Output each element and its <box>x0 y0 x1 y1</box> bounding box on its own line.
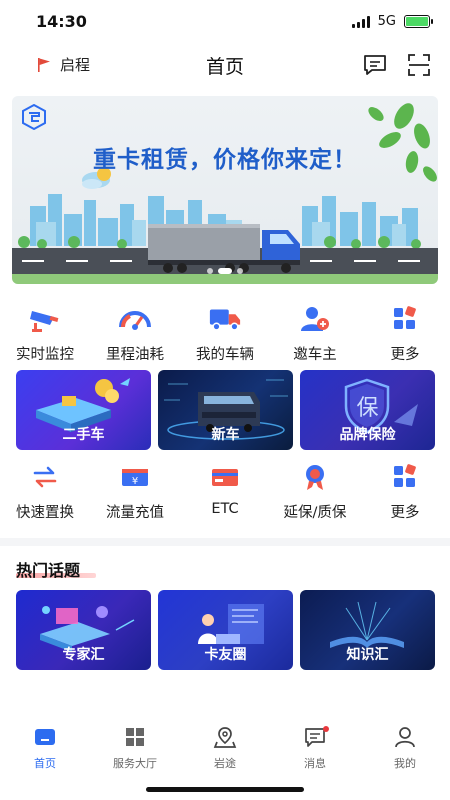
banner-headline: 重卡租赁，价格你来定！ <box>93 146 357 173</box>
service-grid-icon <box>122 724 148 750</box>
status-indicators: 5G <box>351 14 433 29</box>
tab-label: 首页 <box>34 757 56 770</box>
insurance-badge-text: 保 <box>356 396 379 421</box>
promo-banner[interactable]: 重卡租赁，价格你来定！ <box>12 96 438 284</box>
tab-route[interactable]: 岩途 <box>180 718 270 778</box>
feature-card-label: 二手车 <box>62 427 105 443</box>
home-indicator <box>146 787 304 792</box>
topic-card-label: 知识汇 <box>346 647 389 663</box>
truck-icon <box>208 304 242 334</box>
service-menu: 快速置换 ¥ 流量充值 ETC 延保/质保 更多 <box>0 462 450 522</box>
feature-card-label: 品牌保险 <box>339 427 396 443</box>
signal-icon <box>351 15 370 28</box>
chat-icon <box>364 55 386 75</box>
unread-badge <box>323 726 329 732</box>
bottom-tab-bar: 首页 服务大厅 岩途 消息 我的 <box>0 718 450 778</box>
tab-home[interactable]: 首页 <box>0 718 90 778</box>
feature-card-new-car[interactable]: 新车 <box>158 370 293 450</box>
quick-menu-item-my-vehicles[interactable]: 我的车辆 <box>180 304 270 364</box>
message-button[interactable] <box>362 52 388 78</box>
gauge-icon <box>118 304 152 334</box>
section-divider <box>0 538 450 546</box>
tab-service-hall[interactable]: 服务大厅 <box>90 718 180 778</box>
home-icon <box>32 724 58 750</box>
yen-card-icon: ¥ <box>118 462 152 492</box>
quick-menu-label: 实时监控 <box>16 347 74 363</box>
banner-illustration <box>12 103 438 284</box>
pagination-dot[interactable] <box>207 268 213 274</box>
service-menu-item-etc[interactable]: ETC <box>180 462 270 522</box>
service-menu-label: 延保/质保 <box>283 505 347 521</box>
service-menu-item-more[interactable]: 更多 <box>360 462 450 522</box>
hot-topic-cards: 专家汇 卡友圈 知识汇 <box>16 590 435 670</box>
etc-card-icon <box>208 462 242 492</box>
service-menu-item-data-topup[interactable]: ¥ 流量充值 <box>90 462 180 522</box>
service-menu-label: 流量充值 <box>106 505 164 521</box>
feature-card-label: 新车 <box>211 427 240 443</box>
camera-icon <box>28 304 62 334</box>
topic-card-label: 卡友圈 <box>204 647 247 663</box>
tab-label: 服务大厅 <box>113 757 157 770</box>
quick-menu-label: 更多 <box>390 347 420 363</box>
network-label: 5G <box>377 14 396 29</box>
quick-menu-item-mileage-fuel[interactable]: 里程油耗 <box>90 304 180 364</box>
status-bar: 14:30 5G <box>0 0 450 44</box>
scan-icon <box>408 54 430 76</box>
tab-messages[interactable]: 消息 <box>270 718 360 778</box>
quick-menu: 实时监控 里程油耗 我的车辆 邀车主 更多 <box>0 304 450 364</box>
service-menu-label: 更多 <box>390 505 420 521</box>
quick-menu-label: 我的车辆 <box>196 347 254 363</box>
banner-pagination <box>12 268 438 274</box>
feature-card-used-car[interactable]: 二手车 <box>16 370 151 450</box>
quick-menu-item-realtime-monitor[interactable]: 实时监控 <box>0 304 90 364</box>
topic-card-label: 专家汇 <box>62 647 105 663</box>
service-menu-label: ETC <box>211 501 239 517</box>
invite-user-icon <box>298 304 332 334</box>
map-pin-icon <box>212 724 238 750</box>
tab-label: 岩途 <box>214 757 236 770</box>
header: 启程 首页 <box>0 44 450 86</box>
topic-card-trucker-circle[interactable]: 卡友圈 <box>158 590 293 670</box>
profile-icon <box>392 724 418 750</box>
service-menu-label: 快速置换 <box>16 505 74 521</box>
grid-more-icon <box>388 304 422 334</box>
quick-menu-label: 邀车主 <box>293 347 337 363</box>
quick-menu-label: 里程油耗 <box>106 347 164 363</box>
service-menu-item-warranty[interactable]: 延保/质保 <box>270 462 360 522</box>
service-menu-item-quick-swap[interactable]: 快速置换 <box>0 462 90 522</box>
topic-card-expert-hub[interactable]: 专家汇 <box>16 590 151 670</box>
feature-card-brand-insurance[interactable]: 保 品牌保险 <box>300 370 435 450</box>
ribbon-icon <box>298 462 332 492</box>
tab-label: 消息 <box>304 757 326 770</box>
pagination-dot[interactable] <box>237 268 243 274</box>
tab-profile[interactable]: 我的 <box>360 718 450 778</box>
svg-text:¥: ¥ <box>132 476 138 487</box>
hot-topics-title: 热门话题 <box>16 561 81 580</box>
quick-menu-item-invite-owner[interactable]: 邀车主 <box>270 304 360 364</box>
pagination-dot-active[interactable] <box>218 268 232 274</box>
battery-icon <box>404 15 433 28</box>
tab-label: 我的 <box>394 757 416 770</box>
topic-card-knowledge-hub[interactable]: 知识汇 <box>300 590 435 670</box>
brand-logo-icon <box>22 104 46 130</box>
feature-cards: 二手车 新车 保 品牌保险 <box>16 370 435 450</box>
grid-more-icon <box>388 462 422 492</box>
quick-menu-item-more[interactable]: 更多 <box>360 304 450 364</box>
status-time: 14:30 <box>36 12 87 31</box>
swap-icon <box>28 462 62 492</box>
scan-button[interactable] <box>406 52 432 78</box>
